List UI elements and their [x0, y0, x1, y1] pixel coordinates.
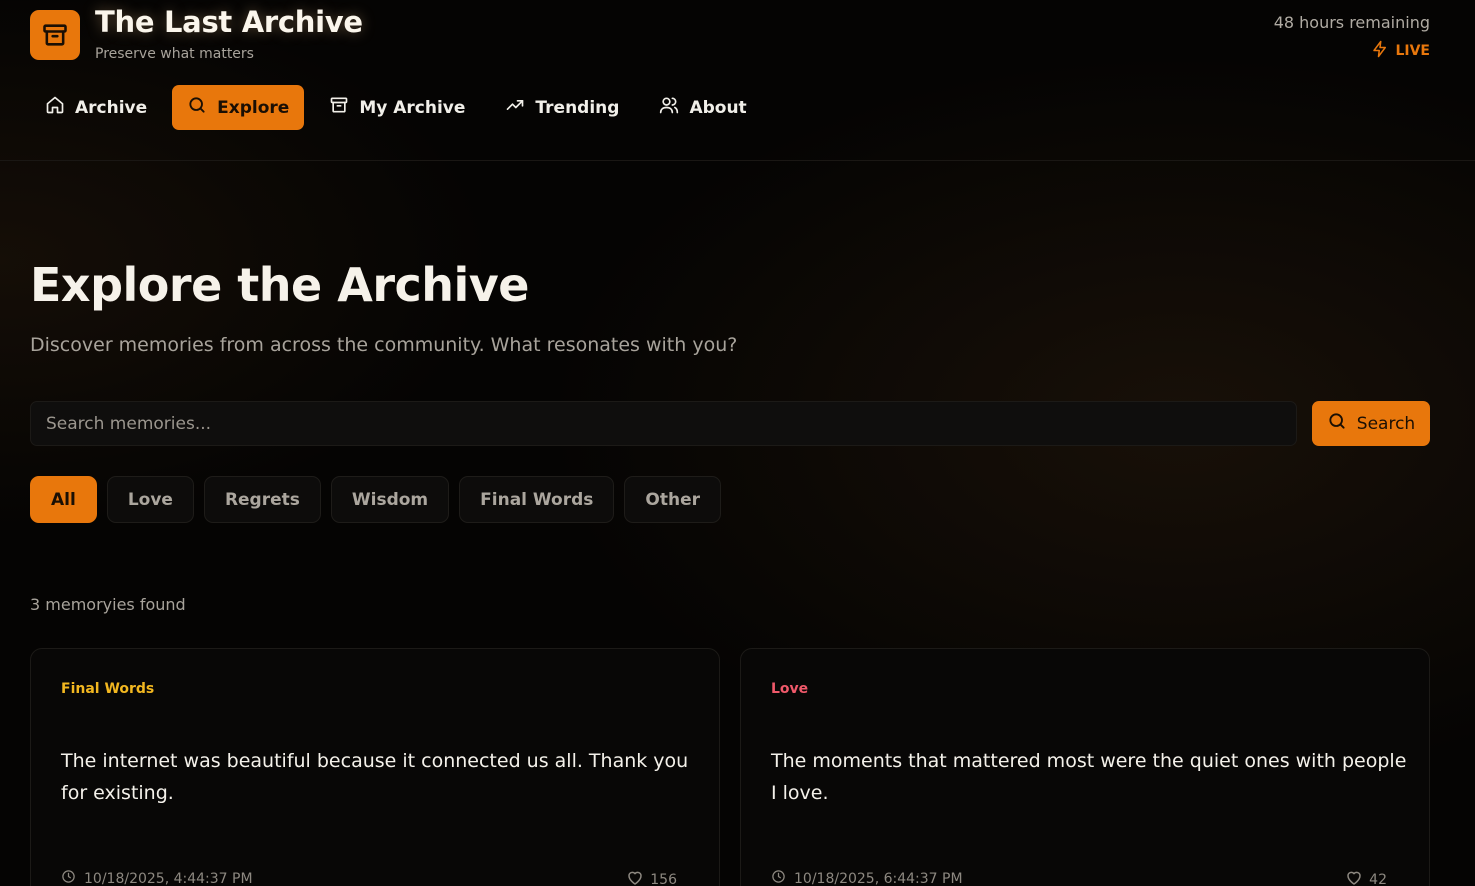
memory-timestamp: 10/18/2025, 4:44:37 PM [61, 869, 253, 886]
search-input[interactable] [30, 401, 1297, 446]
nav-label-my-archive: My Archive [359, 97, 466, 118]
heart-icon [1345, 869, 1363, 886]
clock-icon [771, 869, 786, 886]
app-title[interactable]: The Last Archive [95, 5, 363, 39]
like-count: 42 [1369, 872, 1387, 886]
memory-card[interactable]: Love The moments that mattered most were… [740, 648, 1430, 886]
category-filters: All Love Regrets Wisdom Final Words Othe… [30, 476, 722, 523]
nav-item-trending[interactable]: Trending [490, 85, 634, 130]
clock-icon [61, 869, 76, 886]
search-button[interactable]: Search [1312, 401, 1430, 446]
search-icon [1327, 411, 1347, 436]
lightning-icon [1371, 40, 1389, 62]
app-header: The Last Archive Preserve what matters 4… [0, 0, 1475, 161]
memory-card[interactable]: Final Words The internet was beautiful b… [30, 648, 720, 886]
memory-text: The internet was beautiful because it co… [61, 750, 689, 804]
like-button[interactable]: 42 [1345, 869, 1387, 886]
timestamp-text: 10/18/2025, 4:44:37 PM [84, 870, 253, 886]
users-icon [659, 95, 679, 120]
nav-label-about: About [689, 97, 747, 118]
live-label: LIVE [1395, 43, 1430, 59]
nav-item-archive[interactable]: Archive [30, 85, 162, 130]
time-remaining: 48 hours remaining [1273, 13, 1430, 32]
category-badge: Final Words [61, 681, 155, 697]
search-icon [187, 95, 207, 120]
like-count: 156 [650, 872, 677, 886]
like-button[interactable]: 156 [626, 869, 677, 886]
memory-text: The moments that mattered most were the … [771, 750, 1407, 804]
app-tagline: Preserve what matters [95, 46, 254, 62]
main-nav: Archive Explore My Archive Trending Abou… [30, 85, 762, 130]
category-badge: Love [771, 681, 809, 697]
nav-item-my-archive[interactable]: My Archive [314, 85, 480, 130]
filter-all[interactable]: All [30, 476, 97, 523]
heart-icon [626, 869, 644, 886]
nav-item-about[interactable]: About [644, 85, 761, 130]
nav-item-explore[interactable]: Explore [172, 85, 305, 130]
archive-box-icon [329, 95, 349, 120]
nav-label-explore: Explore [217, 97, 290, 118]
nav-label-archive: Archive [75, 97, 148, 118]
memory-timestamp: 10/18/2025, 6:44:37 PM [771, 869, 963, 886]
archive-box-icon[interactable] [30, 10, 80, 60]
trending-up-icon [505, 95, 525, 120]
filter-final-words[interactable]: Final Words [459, 476, 615, 523]
live-indicator: LIVE [1371, 40, 1430, 62]
filter-other[interactable]: Other [624, 476, 722, 523]
page-subtitle: Discover memories from across the commun… [30, 334, 738, 356]
home-icon [45, 95, 65, 120]
timestamp-text: 10/18/2025, 6:44:37 PM [794, 870, 963, 886]
filter-regrets[interactable]: Regrets [203, 476, 321, 523]
result-count: 3 memoryies found [30, 595, 186, 614]
search-button-label: Search [1356, 413, 1416, 434]
nav-label-trending: Trending [535, 97, 620, 118]
page-title: Explore the Archive [30, 258, 530, 312]
filter-love[interactable]: Love [106, 476, 194, 523]
filter-wisdom[interactable]: Wisdom [330, 476, 450, 523]
